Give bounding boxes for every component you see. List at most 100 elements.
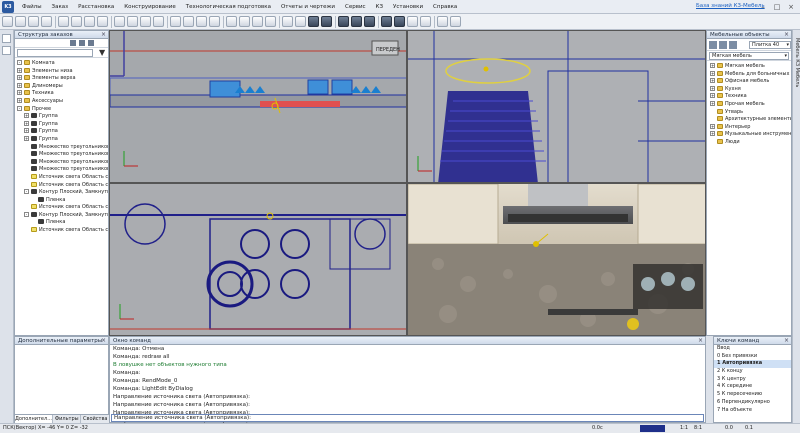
- menu-item[interactable]: Конструирование: [119, 4, 180, 10]
- collapse-icon[interactable]: -: [24, 189, 29, 195]
- toolbar-button[interactable]: [239, 16, 250, 27]
- expand-icon[interactable]: +: [17, 67, 22, 73]
- tool-icon[interactable]: [709, 41, 717, 49]
- tree-node[interactable]: Источник света Область свет...: [17, 181, 108, 190]
- viewport-front[interactable]: ПЕРЕДЕН: [109, 30, 407, 183]
- filter-icon[interactable]: ▼: [99, 48, 105, 57]
- toolbar-button[interactable]: [140, 16, 151, 27]
- command-key-item[interactable]: 5 К пересечению: [714, 391, 791, 399]
- color-swatch[interactable]: [640, 425, 665, 432]
- menu-item[interactable]: Справка: [428, 4, 462, 10]
- tree-node[interactable]: + Группа: [17, 120, 108, 129]
- toolbar-button[interactable]: [41, 16, 52, 27]
- furniture-tree-node[interactable]: Архитектурные элементы: [710, 116, 791, 124]
- furniture-tree-node[interactable]: + Техника: [710, 93, 791, 101]
- tree-node[interactable]: Множество треугольников: [17, 151, 108, 159]
- toolbar-button[interactable]: [226, 16, 237, 27]
- toolbar-button[interactable]: [381, 16, 392, 27]
- toolbar-button[interactable]: [321, 16, 332, 27]
- close-panel-icon[interactable]: ×: [101, 31, 106, 39]
- maximize-icon[interactable]: □: [772, 2, 782, 12]
- tree-node[interactable]: Источник света Область свет...: [17, 227, 108, 235]
- tool-icon[interactable]: [729, 41, 737, 49]
- structure-tool-icon[interactable]: [70, 40, 76, 46]
- tile-dropdown[interactable]: Плитка 40 ▾: [749, 41, 791, 49]
- expand-icon[interactable]: +: [710, 131, 715, 137]
- command-key-item[interactable]: 0 Без привязки: [714, 353, 791, 361]
- side-tab-furniture[interactable]: Мебель КЗ Мебель: [794, 38, 800, 87]
- params-tab[interactable]: Дополнител...: [15, 415, 53, 423]
- params-tab[interactable]: Фильтры: [53, 415, 82, 423]
- expand-icon[interactable]: +: [24, 120, 29, 126]
- toolbar-button[interactable]: [338, 16, 349, 27]
- furniture-tree-node[interactable]: Люди: [710, 138, 791, 147]
- tree-node[interactable]: + Элементы низа: [17, 67, 108, 76]
- tree-node[interactable]: + Группа: [17, 128, 108, 136]
- command-key-item[interactable]: 6 Перпендикулярно: [714, 399, 791, 407]
- toolbar-button[interactable]: [114, 16, 125, 27]
- tree-node[interactable]: Множество треугольников: [17, 143, 108, 152]
- viewport-top[interactable]: [109, 183, 407, 336]
- viewports-area[interactable]: ПЕРЕДЕН: [109, 30, 706, 336]
- tree-node[interactable]: Множество треугольников: [17, 166, 108, 174]
- tree-node[interactable]: + Техника: [17, 90, 108, 98]
- expand-icon[interactable]: +: [710, 78, 715, 84]
- tree-node[interactable]: + Элементы верха: [17, 75, 108, 83]
- collapse-icon[interactable]: -: [24, 211, 29, 217]
- viewport-render[interactable]: [407, 183, 706, 336]
- toolbar-button[interactable]: [394, 16, 405, 27]
- toolbar-button[interactable]: [364, 16, 375, 27]
- toolbar-button[interactable]: [450, 16, 461, 27]
- collapse-icon[interactable]: -: [17, 60, 22, 65]
- menu-item[interactable]: Установки: [388, 4, 428, 10]
- toolbar-button[interactable]: [209, 16, 220, 27]
- toolbar-button[interactable]: [308, 16, 319, 27]
- expand-icon[interactable]: +: [710, 63, 715, 68]
- splitter[interactable]: [706, 336, 713, 423]
- toolbar-button[interactable]: [351, 16, 362, 27]
- expand-icon[interactable]: +: [710, 123, 715, 129]
- menu-item[interactable]: Сервис: [340, 4, 371, 10]
- toolbar-button[interactable]: [252, 16, 263, 27]
- furniture-tree-node[interactable]: + Музыкальные инструменты: [710, 131, 791, 139]
- furniture-tree-node[interactable]: + Офисная мебель: [710, 78, 791, 86]
- command-key-item[interactable]: 2 К концу: [714, 368, 791, 376]
- minimize-icon[interactable]: –: [758, 2, 768, 12]
- close-panel-icon[interactable]: ×: [784, 31, 789, 39]
- close-panel-icon[interactable]: ×: [101, 337, 106, 345]
- tree-node[interactable]: - Прочее: [17, 105, 108, 114]
- toolbar-button[interactable]: [15, 16, 26, 27]
- expand-icon[interactable]: +: [17, 90, 22, 96]
- params-tab[interactable]: Свойства: [81, 415, 110, 423]
- expand-icon[interactable]: +: [710, 85, 715, 91]
- dock-button[interactable]: [2, 34, 11, 43]
- expand-icon[interactable]: +: [24, 128, 29, 134]
- tree-node[interactable]: + Аксессуары: [17, 97, 108, 106]
- command-key-item[interactable]: 4 К середине: [714, 383, 791, 391]
- expand-icon[interactable]: +: [24, 113, 29, 119]
- furniture-tree-node[interactable]: + Прочая мебель: [710, 100, 791, 109]
- command-input[interactable]: Направление источника света (Автопривязк…: [111, 414, 704, 422]
- toolbar-button[interactable]: [265, 16, 276, 27]
- tree-node[interactable]: + Группа: [17, 113, 108, 121]
- viewport-perspective-wireframe[interactable]: [407, 30, 706, 183]
- command-key-item[interactable]: 3 К центру: [714, 376, 791, 384]
- expand-icon[interactable]: +: [17, 97, 22, 103]
- furniture-tree-node[interactable]: + Интерьер: [710, 123, 791, 132]
- toolbar-button[interactable]: [196, 16, 207, 27]
- expand-icon[interactable]: +: [17, 82, 22, 88]
- toolbar-button[interactable]: [437, 16, 448, 27]
- menu-item[interactable]: Заказ: [47, 4, 74, 10]
- tree-node[interactable]: - Контур Плоский, Замкнутый, ...: [17, 211, 108, 220]
- tree-node[interactable]: Пленка: [17, 219, 108, 227]
- structure-tool-icon[interactable]: [88, 40, 94, 46]
- furniture-tree-node[interactable]: + Кухня: [710, 85, 791, 94]
- toolbar-button[interactable]: [183, 16, 194, 27]
- command-key-item[interactable]: 7 На объекте: [714, 407, 791, 415]
- structure-tool-icon[interactable]: [79, 40, 85, 46]
- tree-node[interactable]: + Группа: [17, 135, 108, 144]
- toolbar-button[interactable]: [127, 16, 138, 27]
- toolbar-button[interactable]: [282, 16, 293, 27]
- knowledge-base-link[interactable]: База знаний К3-Мебель: [696, 3, 765, 9]
- close-icon[interactable]: ×: [786, 2, 796, 12]
